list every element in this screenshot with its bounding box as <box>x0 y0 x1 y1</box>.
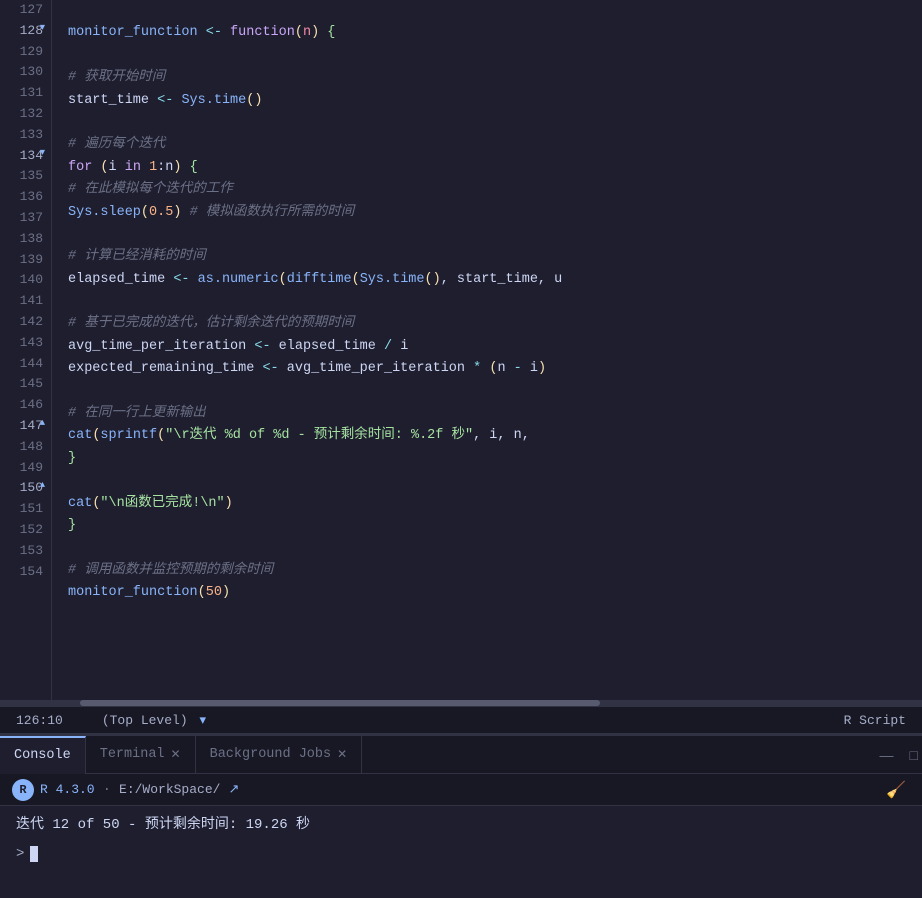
code-line: # 调用函数并监控预期的剩余时间 <box>68 560 922 582</box>
code-line: avg_time_per_iteration <- elapsed_time /… <box>68 336 922 358</box>
scope-dropdown-icon[interactable]: ▾ <box>199 713 206 728</box>
r-version-badge: R R 4.3.0 <box>12 779 95 801</box>
line-number: 143 <box>12 333 43 354</box>
code-line: # 遍历每个迭代 <box>68 134 922 156</box>
line-number: 133 <box>12 125 43 146</box>
line-number: 147▴ <box>12 416 43 437</box>
code-line: # 基于已完成的迭代，估计剩余迭代的预期时间 <box>68 313 922 335</box>
clear-console-button[interactable]: 🧹 <box>882 778 910 802</box>
tab-console-label: Console <box>14 748 71 763</box>
code-line <box>68 0 922 22</box>
line-number: 152 <box>12 520 43 541</box>
line-number: 142 <box>12 312 43 333</box>
cursor-position: 126:10 (Top Level) ▾ <box>16 713 206 728</box>
line-numbers: 127128▾129130131132133134▾13513613713813… <box>0 0 52 700</box>
output-line-1: 迭代 12 of 50 - 预计剩余时间: 19.26 秒 <box>16 814 906 838</box>
tab-background-jobs-close[interactable]: ✕ <box>337 747 347 762</box>
line-number: 148 <box>12 437 43 458</box>
code-line: expected_remaining_time <- avg_time_per_… <box>68 358 922 380</box>
status-bar: 126:10 (Top Level) ▾ R Script <box>0 706 922 734</box>
workspace-link-icon[interactable]: ↗ <box>228 782 239 797</box>
code-line: for (i in 1:n) { <box>68 157 922 179</box>
horizontal-scrollbar[interactable] <box>0 700 922 706</box>
code-line <box>68 381 922 403</box>
scrollbar-thumb[interactable] <box>80 700 600 706</box>
code-line <box>68 224 922 246</box>
fold-indicator-icon[interactable]: ▾ <box>40 146 45 162</box>
console-output: 迭代 12 of 50 - 预计剩余时间: 19.26 秒 <box>0 806 922 846</box>
code-line <box>68 291 922 313</box>
console-prompt[interactable]: > <box>0 846 922 862</box>
fold-indicator-icon[interactable]: ▾ <box>40 21 45 37</box>
line-number: 146 <box>12 395 43 416</box>
line-number: 138 <box>12 229 43 250</box>
line-number: 139 <box>12 250 43 271</box>
separator: · <box>103 782 111 798</box>
code-line: Sys.sleep(0.5) # 模拟函数执行所需的时间 <box>68 202 922 224</box>
line-number: 134▾ <box>12 146 43 167</box>
line-number: 149 <box>12 458 43 479</box>
line-number: 153 <box>12 541 43 562</box>
code-line: # 在同一行上更新输出 <box>68 403 922 425</box>
code-line: } <box>68 448 922 470</box>
code-editor[interactable]: 127128▾129130131132133134▾13513613713813… <box>0 0 922 700</box>
code-line <box>68 112 922 134</box>
tab-console[interactable]: Console <box>0 736 86 774</box>
line-number: 129 <box>12 42 43 63</box>
line-number: 141 <box>12 291 43 312</box>
code-line: cat(sprintf("\r迭代 %d of %d - 预计剩余时间: %.2… <box>68 425 922 447</box>
cursor-caret <box>30 846 38 862</box>
fold-indicator-icon[interactable]: ▴ <box>40 416 45 432</box>
bottom-panel: Console Terminal ✕ Background Jobs ✕ — □… <box>0 734 922 898</box>
code-line: # 在此模拟每个迭代的工作 <box>68 179 922 201</box>
line-number: 135 <box>12 166 43 187</box>
code-line: elapsed_time <- as.numeric(difftime(Sys.… <box>68 269 922 291</box>
console-header: R R 4.3.0 · E:/WorkSpace/ ↗ 🧹 <box>0 774 922 806</box>
tab-terminal[interactable]: Terminal ✕ <box>86 736 196 774</box>
code-line: start_time <- Sys.time() <box>68 90 922 112</box>
prompt-symbol: > <box>16 846 24 862</box>
line-number: 130 <box>12 62 43 83</box>
r-version-text: R 4.3.0 <box>40 782 95 797</box>
fold-indicator-icon[interactable]: ▴ <box>40 478 45 494</box>
code-line <box>68 45 922 67</box>
line-number: 154 <box>12 562 43 583</box>
tab-terminal-close[interactable]: ✕ <box>171 747 181 762</box>
maximize-button[interactable]: □ <box>906 745 922 765</box>
line-number: 145 <box>12 374 43 395</box>
line-number: 127 <box>12 0 43 21</box>
line-number: 128▾ <box>12 21 43 42</box>
code-line: } <box>68 515 922 537</box>
workspace-path: E:/WorkSpace/ <box>119 782 220 797</box>
line-number: 131 <box>12 83 43 104</box>
console-area: R R 4.3.0 · E:/WorkSpace/ ↗ 🧹 迭代 12 of 5… <box>0 774 922 898</box>
line-number: 136 <box>12 187 43 208</box>
code-line: monitor_function <- function(n) { <box>68 22 922 44</box>
code-line <box>68 537 922 559</box>
panel-right-icons: — □ <box>876 745 922 765</box>
code-line: # 计算已经消耗的时间 <box>68 246 922 268</box>
code-line <box>68 605 922 627</box>
code-line: cat("\n函数已完成!\n") <box>68 493 922 515</box>
code-content[interactable]: monitor_function <- function(n) { # 获取开始… <box>52 0 922 700</box>
file-type: R Script <box>844 713 906 728</box>
tab-background-jobs-label: Background Jobs <box>210 747 332 762</box>
code-line: monitor_function(50) <box>68 582 922 604</box>
code-line <box>68 470 922 492</box>
line-number: 140 <box>12 270 43 291</box>
line-number: 151 <box>12 499 43 520</box>
tab-background-jobs[interactable]: Background Jobs ✕ <box>196 736 363 774</box>
line-number: 144 <box>12 354 43 375</box>
line-number: 132 <box>12 104 43 125</box>
line-number: 150▴ <box>12 478 43 499</box>
r-logo: R <box>12 779 34 801</box>
panel-tab-bar: Console Terminal ✕ Background Jobs ✕ — □ <box>0 736 922 774</box>
line-number: 137 <box>12 208 43 229</box>
tab-terminal-label: Terminal <box>100 747 165 762</box>
minimize-button[interactable]: — <box>876 745 898 765</box>
code-line: # 获取开始时间 <box>68 67 922 89</box>
